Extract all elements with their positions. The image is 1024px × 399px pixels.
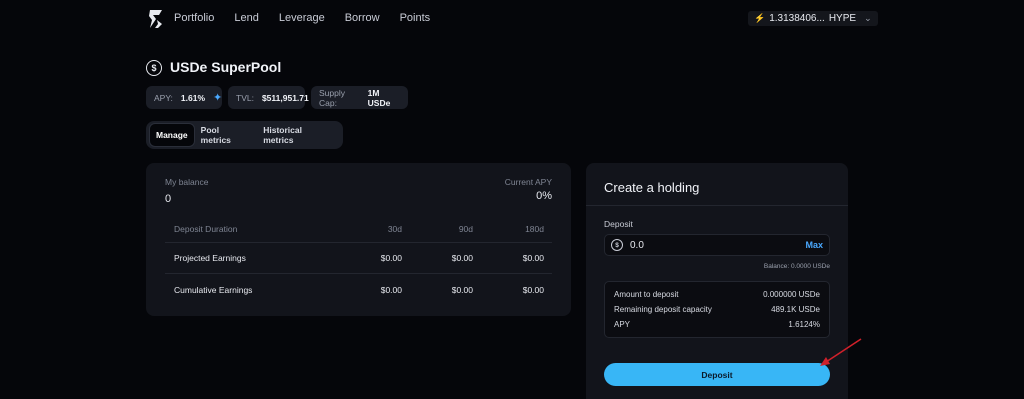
table-cell: $0.00 — [380, 253, 402, 263]
bolt-icon: ⚡ — [754, 13, 766, 23]
summary-label: Amount to deposit — [614, 290, 679, 299]
summary-label: APY — [614, 320, 631, 329]
wallet-button[interactable]: ⚡ 1.3138406... HYPE ⌄ — [748, 11, 878, 26]
table-cell: $0.00 — [380, 284, 402, 295]
table-cell: $0.00 — [522, 253, 544, 263]
apy-pill-value: 1.61% — [180, 92, 206, 103]
usde-token-icon: $ — [146, 60, 162, 76]
wallet-token: HYPE — [828, 13, 857, 24]
create-holding-title: Create a holding — [604, 180, 700, 195]
tab-historical-metrics[interactable]: Historical metrics — [257, 124, 340, 146]
divider — [586, 205, 848, 206]
main-nav: Portfolio Lend Leverage Borrow Points — [174, 12, 450, 24]
table-row: Cumulative Earnings $0.00 $0.00 $0.00 — [165, 274, 552, 305]
apy-pill: APY: 1.61% ✦ — [146, 86, 222, 109]
earnings-table: Deposit Duration 30d 90d 180d Projected … — [165, 216, 552, 305]
deposit-summary: Amount to deposit 0.000000 USDe Remainin… — [604, 281, 830, 338]
my-balance-label: My balance — [165, 177, 209, 187]
row-label: Projected Earnings — [174, 253, 246, 263]
column-header: 90d — [458, 224, 473, 234]
tvl-pill-label: TVL: — [236, 92, 254, 103]
nav-portfolio[interactable]: Portfolio — [174, 12, 214, 24]
page-title: USDe SuperPool — [170, 59, 282, 75]
row-label: Cumulative Earnings — [174, 284, 253, 295]
table-row: Projected Earnings $0.00 $0.00 $0.00 — [165, 243, 552, 274]
deposit-input[interactable]: $ 0.0 Max — [604, 234, 830, 256]
deposit-balance: Balance: 0.0000 USDe — [763, 263, 830, 270]
nav-leverage[interactable]: Leverage — [279, 12, 325, 24]
max-button[interactable]: Max — [805, 240, 823, 250]
deposit-input-value[interactable]: 0.0 — [630, 240, 798, 251]
wallet-amount: 1.3138406... — [769, 13, 825, 24]
table-cell: $0.00 — [451, 284, 473, 295]
current-apy-label: Current APY — [504, 177, 552, 187]
summary-value: 0.000000 USDe — [763, 290, 820, 299]
table-cell: $0.00 — [451, 253, 473, 263]
supply-cap-pill: Supply Cap: 1M USDe — [311, 86, 408, 109]
summary-value: 489.1K USDe — [771, 305, 820, 314]
table-cell: $0.00 — [522, 284, 544, 295]
deposit-label: Deposit — [604, 219, 633, 229]
nav-lend[interactable]: Lend — [234, 12, 258, 24]
nav-points[interactable]: Points — [400, 12, 431, 24]
summary-value: 1.6124% — [788, 320, 820, 329]
app-logo-icon[interactable] — [146, 8, 166, 30]
summary-row: Remaining deposit capacity 489.1K USDe — [614, 305, 820, 320]
tvl-pill: TVL: $511,951.71 — [228, 86, 309, 109]
supply-cap-pill-value: 1M USDe — [367, 87, 391, 108]
nav-borrow[interactable]: Borrow — [345, 12, 380, 24]
chevron-down-icon: ⌄ — [864, 13, 872, 23]
tab-pool-metrics[interactable]: Pool metrics — [195, 124, 258, 146]
deposit-button[interactable]: Deposit — [604, 363, 830, 386]
usde-token-icon: $ — [611, 239, 623, 251]
tab-manage[interactable]: Manage — [149, 123, 195, 147]
supply-cap-pill-label: Supply Cap: — [319, 87, 345, 108]
my-balance-value: 0 — [165, 193, 172, 205]
summary-row: APY 1.6124% — [614, 320, 820, 335]
apy-pill-label: APY: — [154, 92, 173, 103]
sparkle-icon[interactable]: ✦ — [213, 91, 222, 104]
summary-row: Amount to deposit 0.000000 USDe — [614, 290, 820, 305]
column-header: 180d — [525, 224, 544, 234]
tvl-pill-value: $511,951.71 — [261, 92, 309, 103]
table-header: Deposit Duration 30d 90d 180d — [165, 216, 552, 243]
summary-label: Remaining deposit capacity — [614, 305, 712, 314]
column-header: 30d — [387, 224, 402, 234]
pool-tabs: Manage Pool metrics Historical metrics — [146, 121, 343, 149]
current-apy-value: 0% — [536, 190, 552, 202]
column-header: Deposit Duration — [174, 224, 238, 234]
annotation-arrow-icon — [820, 338, 862, 366]
